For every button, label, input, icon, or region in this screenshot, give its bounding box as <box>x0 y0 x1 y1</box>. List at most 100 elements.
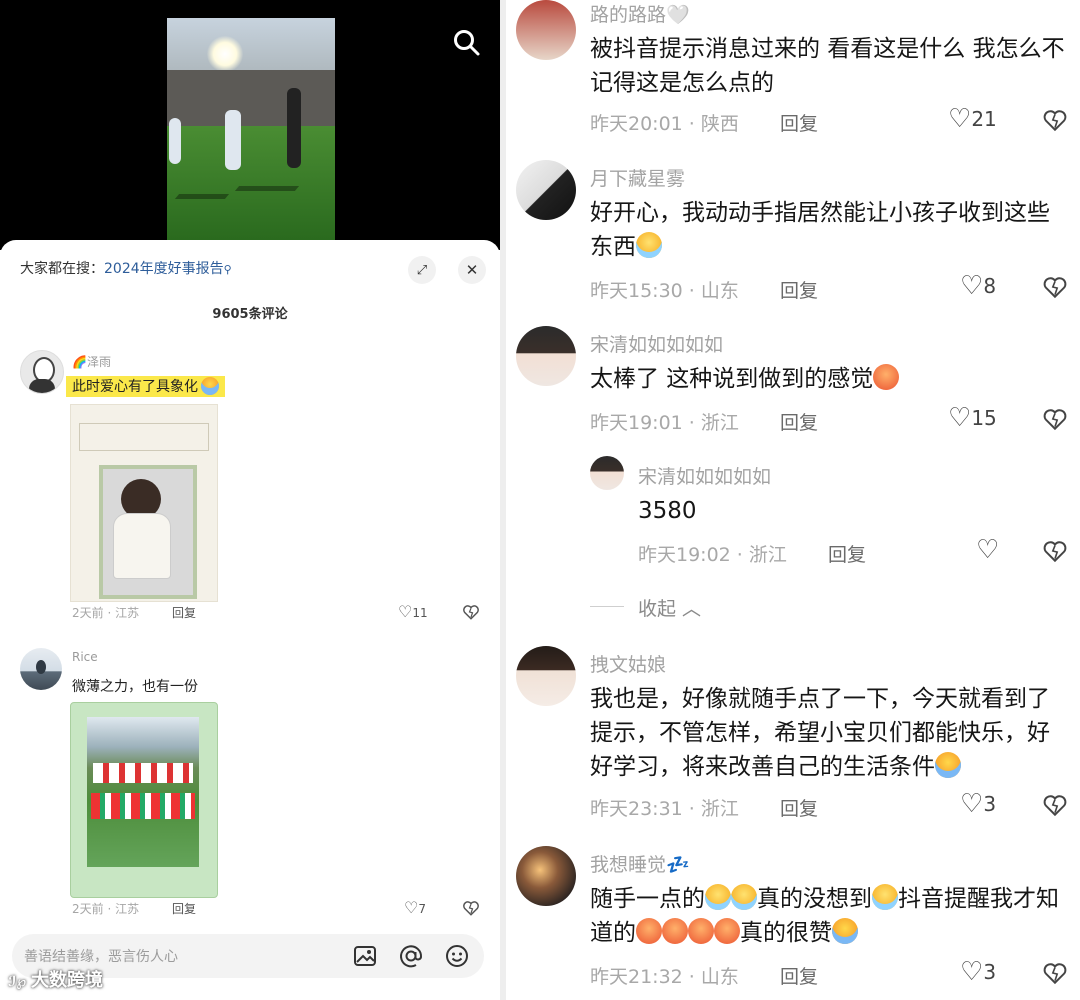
collapse-divider <box>590 606 624 607</box>
dislike-icon[interactable] <box>1042 538 1068 564</box>
crying-emoji <box>872 884 898 910</box>
comment-username[interactable]: 🌈泽雨 <box>72 353 111 370</box>
heart-eyes-emoji <box>714 918 740 944</box>
comment-username[interactable]: 路的路路🤍 <box>590 0 690 27</box>
comment-meta: 2天前 · 江苏 <box>72 902 140 916</box>
runner <box>225 110 241 170</box>
dislike-icon[interactable] <box>1042 107 1068 133</box>
heart-icon: ♡ <box>398 602 413 621</box>
like-button[interactable]: ♡ 8 <box>960 273 996 299</box>
heart-icon: ♡ <box>404 898 419 917</box>
search-suggestion-prefix: 大家都在搜： <box>20 261 104 277</box>
avatar[interactable] <box>20 648 62 690</box>
search-suggestion[interactable]: 大家都在搜：2024年度好事报告⚲ <box>20 258 232 278</box>
heart-eyes-emoji <box>636 918 662 944</box>
avatar[interactable] <box>590 456 624 490</box>
heart-eyes-emoji <box>873 364 900 390</box>
reply-button[interactable]: 回复 <box>172 900 196 917</box>
comment-meta: 昨天20:01 · 陕西 <box>590 113 739 135</box>
dislike-icon[interactable] <box>1042 792 1068 818</box>
shadow <box>234 186 300 191</box>
avatar[interactable] <box>516 846 576 906</box>
comment-username[interactable]: 我想睡觉💤 <box>590 850 690 877</box>
heart-icon: ♡ <box>948 104 972 134</box>
left-screenshot: 大家都在搜：2024年度好事报告⚲ ⤢ ✕ 9605条评论 🌈泽雨 此时爱心有了… <box>0 0 500 1000</box>
search-suggestion-keyword[interactable]: 2024年度好事报告 <box>104 261 224 277</box>
like-button[interactable]: ♡11 <box>398 602 428 621</box>
video-thumbnail[interactable] <box>167 18 335 240</box>
comment-text-highlighted: 此时爱心有了具象化 <box>66 372 225 400</box>
comment-username[interactable]: 拽文姑娘 <box>590 650 666 677</box>
comment-meta: 昨天21:32 · 山东 <box>590 966 739 988</box>
person-dark-coat <box>287 88 301 168</box>
like-button[interactable]: ♡ 3 <box>960 791 996 817</box>
avatar[interactable] <box>516 0 576 60</box>
comment-text: 微薄之力，也有一份 <box>72 679 198 695</box>
like-button[interactable]: ♡ 15 <box>948 405 997 431</box>
comment-text: 随手一点的 真的没想到 抖音提醒我才知道的 真的很赞 <box>590 884 1059 946</box>
dislike-icon[interactable] <box>1042 274 1068 300</box>
comment-meta: 昨天23:31 · 浙江 <box>590 798 739 820</box>
like-button[interactable]: ♡ <box>976 537 999 563</box>
heart-eyes-emoji <box>662 918 688 944</box>
heart-icon: ♡ <box>960 789 984 819</box>
reply-button[interactable]: 回复 <box>780 962 818 989</box>
chevron-up-icon: ︿ <box>676 598 702 620</box>
dislike-icon[interactable] <box>1042 960 1068 986</box>
heart-eyes-emoji <box>688 918 714 944</box>
hug-emoji <box>201 377 219 395</box>
avatar[interactable] <box>516 646 576 706</box>
like-button[interactable]: ♡ 3 <box>960 959 996 985</box>
sun <box>207 36 243 72</box>
comment-text: 好开心，我动动手指居然能让小孩子收到这些东西 <box>590 200 1050 260</box>
reply-meta: 昨天19:02 · 浙江 <box>638 544 787 566</box>
reply-button[interactable]: 回复 <box>780 109 818 136</box>
emoji-icon[interactable] <box>444 943 470 969</box>
comment-username[interactable]: 月下藏星雾 <box>590 164 685 191</box>
comment-meta: 昨天19:01 · 浙江 <box>590 412 739 434</box>
comment-meta: 2天前 · 江苏 <box>72 606 140 620</box>
small-search-icon: ⚲ <box>223 263 232 276</box>
dislike-icon[interactable] <box>462 603 480 621</box>
avatar[interactable] <box>20 350 64 394</box>
reply-username[interactable]: 宋清如如如如如 <box>638 462 771 489</box>
comment-text: 我也是，好像就随手点了一下，今天就看到了提示，不管怎样，希望小宝贝们都能快乐，好… <box>590 686 1050 780</box>
building <box>167 70 335 128</box>
heart-icon: ♡ <box>948 403 972 433</box>
avatar[interactable] <box>516 160 576 220</box>
collapse-button[interactable]: 收起 ︿ <box>638 594 701 621</box>
like-button[interactable]: ♡7 <box>404 898 426 917</box>
hug-emoji <box>832 918 858 944</box>
dislike-icon[interactable] <box>1042 406 1068 432</box>
expand-icon: ⤢ <box>416 262 428 278</box>
reply-button[interactable]: 回复 <box>172 604 196 621</box>
comment-text: 太棒了 这种说到做到的感觉 <box>590 362 1070 396</box>
comment-username[interactable]: 宋清如如如如如 <box>590 330 723 357</box>
reply-button[interactable]: 回复 <box>780 276 818 303</box>
comment-username[interactable]: Rice <box>72 650 98 664</box>
comment-image[interactable] <box>70 702 218 898</box>
comment-count: 9605条评论 <box>212 307 288 322</box>
expand-button[interactable]: ⤢ <box>408 256 436 284</box>
reply-button[interactable]: 回复 <box>828 540 866 567</box>
hug-emoji <box>935 752 961 778</box>
watermark-logo: ℐ℘ 大数跨境 <box>8 970 103 991</box>
dislike-icon[interactable] <box>462 899 480 917</box>
like-button[interactable]: ♡ 21 <box>948 106 997 132</box>
comment-image[interactable] <box>70 404 218 602</box>
avatar[interactable] <box>516 326 576 386</box>
reply-text: 3580 <box>638 498 697 524</box>
comment-input-placeholder: 善语结善缘，恶言伤人心 <box>24 949 178 965</box>
reply-button[interactable]: 回复 <box>780 794 818 821</box>
shadow <box>174 194 230 199</box>
crying-emoji <box>705 884 731 910</box>
comment-meta: 昨天15:30 · 山东 <box>590 280 739 302</box>
reply-button[interactable]: 回复 <box>780 408 818 435</box>
heart-icon: ♡ <box>960 271 984 301</box>
runner <box>169 118 181 164</box>
image-icon[interactable] <box>352 943 378 969</box>
close-icon: ✕ <box>465 261 479 279</box>
close-button[interactable]: ✕ <box>458 256 486 284</box>
search-icon[interactable] <box>452 28 482 58</box>
mention-icon[interactable] <box>398 943 424 969</box>
